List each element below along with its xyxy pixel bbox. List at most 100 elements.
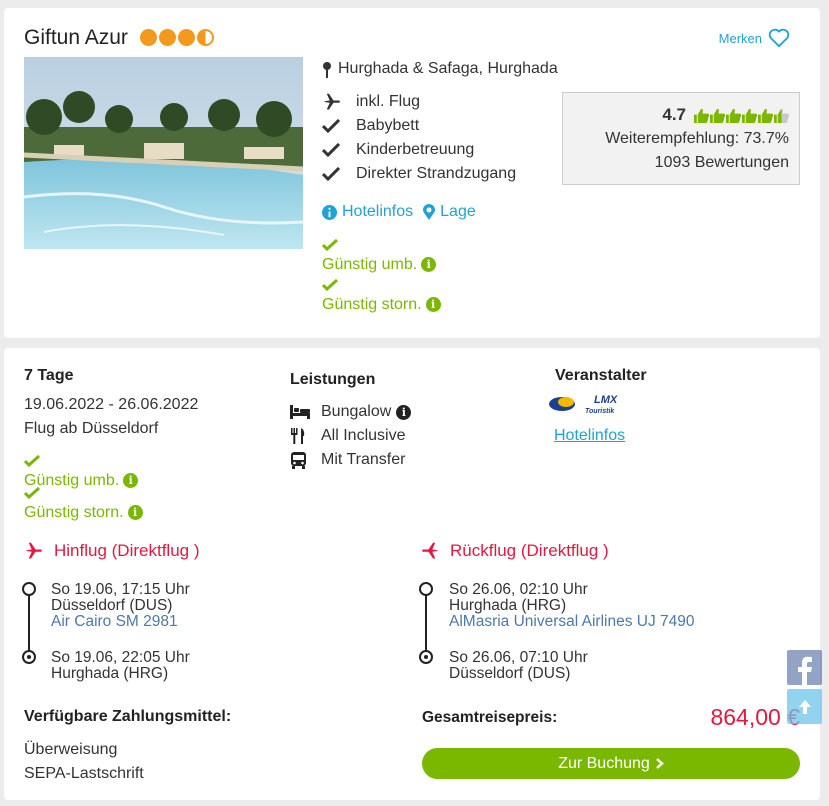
info-icon — [322, 204, 337, 220]
merken-button[interactable]: Merken — [719, 28, 790, 48]
feature-label: inkl. Flug — [356, 93, 421, 110]
thumb-up-icon — [694, 108, 709, 123]
arrival-airport: Hurghada (HRG) — [51, 665, 169, 682]
hotel-links: Hotelinfos Lage — [322, 203, 476, 221]
operator-logo: LMX Touristik — [548, 392, 628, 416]
check-icon — [322, 167, 340, 181]
star-icon — [178, 29, 195, 46]
plane-icon — [26, 542, 42, 559]
check-icon — [322, 143, 340, 157]
svg-text:Touristik: Touristik — [585, 408, 615, 415]
check-icon — [23, 454, 41, 468]
hotelinfos-link[interactable]: Hotelinfos — [322, 203, 413, 221]
service-bungalow: Bungalow i — [290, 403, 412, 421]
hotel-image[interactable] — [24, 57, 303, 249]
departure-airport: Düsseldorf (DUS) — [51, 597, 173, 614]
lage-link[interactable]: Lage — [423, 203, 476, 221]
feature-strandzugang: Direkter Strandzugang — [322, 165, 516, 183]
return-departure: So 26.06, 02:10 Uhr Hurghada (HRG) AlMas… — [449, 582, 695, 630]
return-flight-header: Rückflug (Direktflug ) — [420, 541, 609, 561]
hotel-location: Hurghada & Safaga, Hurghada — [322, 60, 558, 78]
svg-text:LMX: LMX — [594, 394, 618, 406]
travel-dates: 19.06.2022 - 26.06.2022 — [24, 396, 199, 413]
booking-button[interactable]: Zur Buchung — [422, 748, 800, 779]
arrival-time: So 26.06, 07:10 Uhr — [449, 649, 588, 666]
reviews-count: 1093 Bewertungen — [654, 154, 789, 171]
merken-label: Merken — [718, 30, 762, 46]
service-label: Bungalow — [321, 403, 392, 420]
arrival-airport: Düsseldorf (DUS) — [449, 665, 571, 682]
info-icon[interactable]: i — [425, 297, 441, 313]
arrow-up-icon — [798, 699, 811, 714]
condition-umbuchung: Günstig umb. i — [321, 238, 437, 274]
hotel-name[interactable]: Giftun Azur — [24, 26, 128, 50]
check-icon — [23, 486, 41, 500]
condition-label: Günstig storn. — [322, 296, 422, 313]
star-rating — [140, 29, 214, 46]
departure-time: So 26.06, 02:10 Uhr — [449, 581, 588, 598]
condition-label: Günstig umb. — [322, 256, 418, 273]
thumb-up-half-icon — [774, 108, 789, 123]
feature-kinderbetreuung: Kinderbetreuung — [322, 141, 474, 159]
return-flight-title: Rückflug (Direktflug ) — [450, 541, 609, 560]
outbound-arrival: So 19.06, 22:05 Uhr Hurghada (HRG) — [51, 650, 190, 682]
departure-dot — [22, 582, 36, 596]
thumb-up-icon — [742, 108, 757, 123]
star-icon — [140, 29, 157, 46]
check-icon — [321, 278, 339, 292]
feature-babybett: Babybett — [322, 117, 419, 135]
flight-from: Flug ab Düsseldorf — [24, 420, 159, 437]
star-icon — [159, 29, 176, 46]
thumbs-rating — [694, 108, 789, 123]
rating-score: 4.7 — [662, 105, 686, 124]
service-transfer: Mit Transfer — [290, 451, 405, 469]
map-pin-icon — [323, 61, 331, 78]
offer-card: 7 Tage 19.06.2022 - 26.06.2022 Flug ab D… — [4, 348, 820, 800]
location-text: Hurghada & Safaga, Hurghada — [338, 60, 558, 77]
info-icon[interactable]: i — [127, 505, 143, 521]
condition-label: Günstig storn. — [24, 504, 124, 521]
service-all-inclusive: All Inclusive — [290, 427, 405, 445]
half-star-icon — [197, 29, 214, 46]
condition-storno: Günstig storn. i — [321, 278, 441, 314]
airline: AlMasria Universal Airlines UJ 7490 — [449, 613, 695, 630]
feature-label: Babybett — [356, 117, 420, 134]
facebook-share-button[interactable] — [787, 650, 822, 685]
operator-title: Veranstalter — [555, 367, 647, 384]
chevron-right-icon — [655, 758, 664, 769]
services-title: Leistungen — [290, 371, 376, 388]
hotelinfos-label: Hotelinfos — [342, 203, 414, 220]
return-timeline — [419, 582, 433, 664]
scroll-top-button[interactable] — [787, 689, 822, 724]
arrival-dot — [419, 650, 433, 664]
info-icon[interactable]: i — [396, 404, 412, 420]
outbound-departure: So 19.06, 17:15 Uhr Düsseldorf (DUS) Air… — [51, 582, 190, 630]
payment-title: Verfügbare Zahlungsmittel: — [24, 708, 232, 725]
outbound-timeline — [22, 582, 36, 664]
check-icon — [321, 238, 339, 252]
operator-hotelinfos-link[interactable]: Hotelinfos — [554, 427, 625, 445]
departure-airport: Hurghada (HRG) — [449, 597, 567, 614]
facebook-icon — [797, 656, 812, 685]
heart-icon — [768, 28, 790, 48]
feature-label: Direkter Strandzugang — [356, 165, 517, 182]
arrival-time: So 19.06, 22:05 Uhr — [51, 649, 190, 666]
payment-method: SEPA-Lastschrift — [24, 765, 144, 782]
lage-label: Lage — [440, 203, 476, 220]
booking-button-label: Zur Buchung — [558, 754, 650, 772]
rating-box[interactable]: 4.7 Weiterempfehlung: 73.7% 1093 Bewertu… — [562, 92, 800, 185]
plane-icon — [422, 542, 438, 559]
feature-flight: inkl. Flug — [322, 93, 420, 111]
payment-method: Überweisung — [24, 741, 118, 758]
check-icon — [322, 119, 340, 133]
departure-dot — [419, 582, 433, 596]
service-label: Mit Transfer — [321, 451, 406, 468]
info-icon[interactable]: i — [421, 257, 437, 273]
cutlery-icon — [291, 428, 305, 444]
feature-label: Kinderbetreuung — [356, 141, 475, 158]
plane-icon — [324, 93, 340, 110]
outbound-flight-title: Hinflug (Direktflug ) — [54, 541, 200, 560]
departure-time: So 19.06, 17:15 Uhr — [51, 581, 190, 598]
thumb-up-icon — [710, 108, 725, 123]
service-label: All Inclusive — [321, 427, 406, 444]
